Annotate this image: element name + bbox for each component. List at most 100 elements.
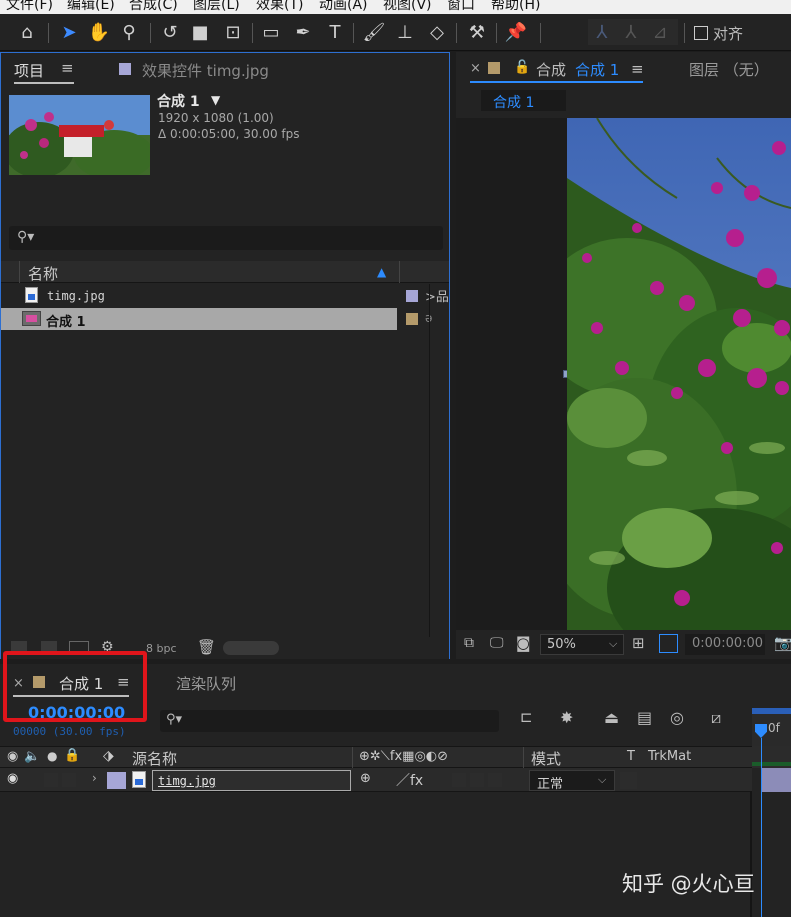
- tab-layer[interactable]: 图层 （无）: [689, 59, 769, 80]
- camera-snapshot-icon[interactable]: 📷: [774, 634, 791, 652]
- lock-icon[interactable]: 🔓: [514, 60, 530, 75]
- menu-bar: 文件(F) 编辑(E) 合成(C) 图层(L) 效果(T) 动画(A) 视图(V…: [0, 0, 791, 14]
- type-tool-icon[interactable]: T: [322, 19, 348, 45]
- camera-tool-icon[interactable]: ■: [187, 19, 213, 45]
- menu-file[interactable]: 文件(F): [6, 0, 53, 14]
- tab-composition-label[interactable]: 合成: [536, 59, 566, 80]
- solo-toggle[interactable]: [44, 773, 58, 787]
- comp-mini-flowchart-icon[interactable]: ⊏: [520, 708, 533, 726]
- hand-tool-icon[interactable]: ✋: [86, 19, 112, 45]
- mask-visibility-icon[interactable]: ◙: [516, 634, 531, 652]
- motion-blur-toggle[interactable]: [470, 773, 484, 787]
- zoom-tool-icon[interactable]: ⚲: [116, 19, 142, 45]
- selection-tool-icon[interactable]: ➤: [56, 19, 82, 45]
- list-item-name: 合成 1: [46, 315, 86, 330]
- column-preserve-transparency[interactable]: T: [627, 749, 635, 764]
- clone-stamp-tool-icon[interactable]: ⊥: [392, 19, 418, 45]
- menu-window[interactable]: 窗口: [447, 0, 475, 14]
- column-source-name[interactable]: 源名称: [132, 748, 177, 769]
- shy-switch-icon[interactable]: ⊕: [360, 771, 371, 786]
- table-row[interactable]: ◉ › timg.jpg ⊕ ／fx 正常 ⌵: [0, 768, 752, 792]
- column-name[interactable]: 名称: [28, 263, 58, 284]
- pan-behind-tool-icon[interactable]: ⊡: [220, 19, 246, 45]
- zoom-select[interactable]: 50% ⌵: [540, 634, 624, 655]
- frame-blend-toggle[interactable]: [452, 773, 466, 787]
- label-swatch[interactable]: [107, 772, 126, 789]
- tab-effect-controls[interactable]: 效果控件 timg.jpg: [142, 60, 269, 81]
- project-search-input[interactable]: ⚲▾: [9, 226, 443, 250]
- column-trkmat[interactable]: TrkMat: [648, 749, 691, 764]
- panel-menu-icon[interactable]: ≡: [631, 60, 644, 78]
- draft-3d-icon[interactable]: ✸: [560, 708, 573, 727]
- solo-switch-icon[interactable]: ●: [47, 749, 57, 763]
- home-icon[interactable]: ⌂: [14, 19, 40, 45]
- search-icon: ⚲▾: [17, 229, 35, 245]
- lock-toggle[interactable]: [62, 773, 76, 787]
- rotate-tool-icon[interactable]: ↺: [157, 19, 183, 45]
- brush-tool-icon[interactable]: 🖌: [361, 19, 387, 45]
- world-axis-icon[interactable]: ⅄: [618, 19, 644, 45]
- tab-composition-name[interactable]: 合成 1: [575, 59, 619, 80]
- tab-render-queue[interactable]: 渲染队列: [176, 673, 236, 694]
- timeline-search-input[interactable]: ⚲▾: [160, 710, 499, 732]
- menu-edit[interactable]: 编辑(E): [67, 0, 115, 14]
- adjustment-toggle[interactable]: [488, 773, 502, 787]
- rectangle-tool-icon[interactable]: ▭: [258, 19, 284, 45]
- layer-column-header: ◉ 🔈 ● 🔒 ⬗ 源名称 ⊕✲⟍fx▦◎◐⊘ 模式 T TrkMat: [0, 746, 752, 769]
- view-axis-icon[interactable]: ⊿: [647, 19, 673, 45]
- video-switch-icon[interactable]: ◉: [7, 749, 18, 764]
- label-swatch[interactable]: [406, 290, 418, 302]
- frame-blending-icon[interactable]: ▤: [637, 708, 652, 727]
- viewer-timecode[interactable]: 0:00:00:00: [685, 634, 765, 655]
- puppet-pin-tool-icon[interactable]: 📌: [503, 19, 529, 45]
- sort-ascending-icon[interactable]: ▲: [377, 265, 386, 279]
- shy-layers-icon[interactable]: ⏏: [604, 708, 619, 727]
- eye-icon[interactable]: ◉: [7, 771, 18, 786]
- comp-breadcrumb[interactable]: 合成 1: [481, 90, 566, 111]
- align-checkbox[interactable]: [694, 26, 708, 40]
- graph-editor-icon[interactable]: ⧄: [711, 708, 721, 728]
- blend-mode-select[interactable]: 正常 ⌵: [529, 770, 615, 792]
- zoom-value: 50%: [547, 637, 576, 652]
- layer-name-field[interactable]: timg.jpg: [152, 770, 351, 791]
- toggle-transparency-grid-icon[interactable]: [659, 634, 678, 653]
- composition-icon: [22, 311, 41, 326]
- comp-preview-image: [567, 118, 791, 630]
- list-item-name: timg.jpg: [47, 289, 105, 303]
- timeline-panel: × 合成 1 ≡ 渲染队列 0:00:00:00 00000 (30.00 fp…: [0, 651, 791, 917]
- pen-tool-icon[interactable]: ✒: [290, 19, 316, 45]
- bit-depth[interactable]: 8 bpc: [146, 642, 177, 655]
- audio-switch-icon[interactable]: 🔈: [24, 749, 40, 764]
- chevron-down-icon[interactable]: ▼: [211, 93, 220, 107]
- menu-view[interactable]: 视图(V): [383, 0, 432, 14]
- menu-effect[interactable]: 效果(T): [256, 0, 303, 14]
- search-icon: ⚲▾: [166, 712, 183, 727]
- layer-duration-bar[interactable]: [762, 768, 791, 792]
- list-item[interactable]: timg.jpg >品: [1, 284, 449, 308]
- always-preview-icon[interactable]: ⧉: [464, 635, 474, 651]
- local-axis-icon[interactable]: ⅄: [589, 19, 615, 45]
- close-icon[interactable]: ×: [470, 61, 481, 76]
- project-scrollbar[interactable]: [223, 641, 279, 655]
- trash-icon[interactable]: 🗑: [197, 638, 216, 656]
- preserve-transparency-toggle[interactable]: [620, 772, 637, 789]
- menu-animation[interactable]: 动画(A): [319, 0, 368, 14]
- column-mode[interactable]: 模式: [531, 748, 561, 769]
- layer-switches-icons[interactable]: ⊕✲⟍fx▦◎◐⊘: [359, 749, 448, 764]
- menu-layer[interactable]: 图层(L): [193, 0, 240, 14]
- roto-brush-tool-icon[interactable]: ⚒: [464, 19, 490, 45]
- label-tag-icon[interactable]: ⬗: [103, 748, 114, 764]
- list-item-selected[interactable]: 合成 1: [1, 308, 397, 330]
- tab-project[interactable]: 项目: [14, 60, 44, 81]
- label-swatch[interactable]: [406, 313, 418, 325]
- expand-arrow-icon[interactable]: ›: [92, 771, 97, 785]
- menu-composition[interactable]: 合成(C): [129, 0, 178, 14]
- eraser-tool-icon[interactable]: ◇: [424, 19, 450, 45]
- lock-column-icon[interactable]: 🔒: [64, 748, 80, 763]
- menu-help[interactable]: 帮助(H): [491, 0, 540, 14]
- monitor-icon[interactable]: 🖵: [490, 635, 504, 651]
- quality-fx-switch-icon[interactable]: ／fx: [396, 770, 423, 790]
- panel-menu-icon[interactable]: ≡: [61, 59, 74, 77]
- region-of-interest-icon[interactable]: ⊞: [632, 634, 645, 652]
- motion-blur-icon[interactable]: ◎: [670, 708, 684, 727]
